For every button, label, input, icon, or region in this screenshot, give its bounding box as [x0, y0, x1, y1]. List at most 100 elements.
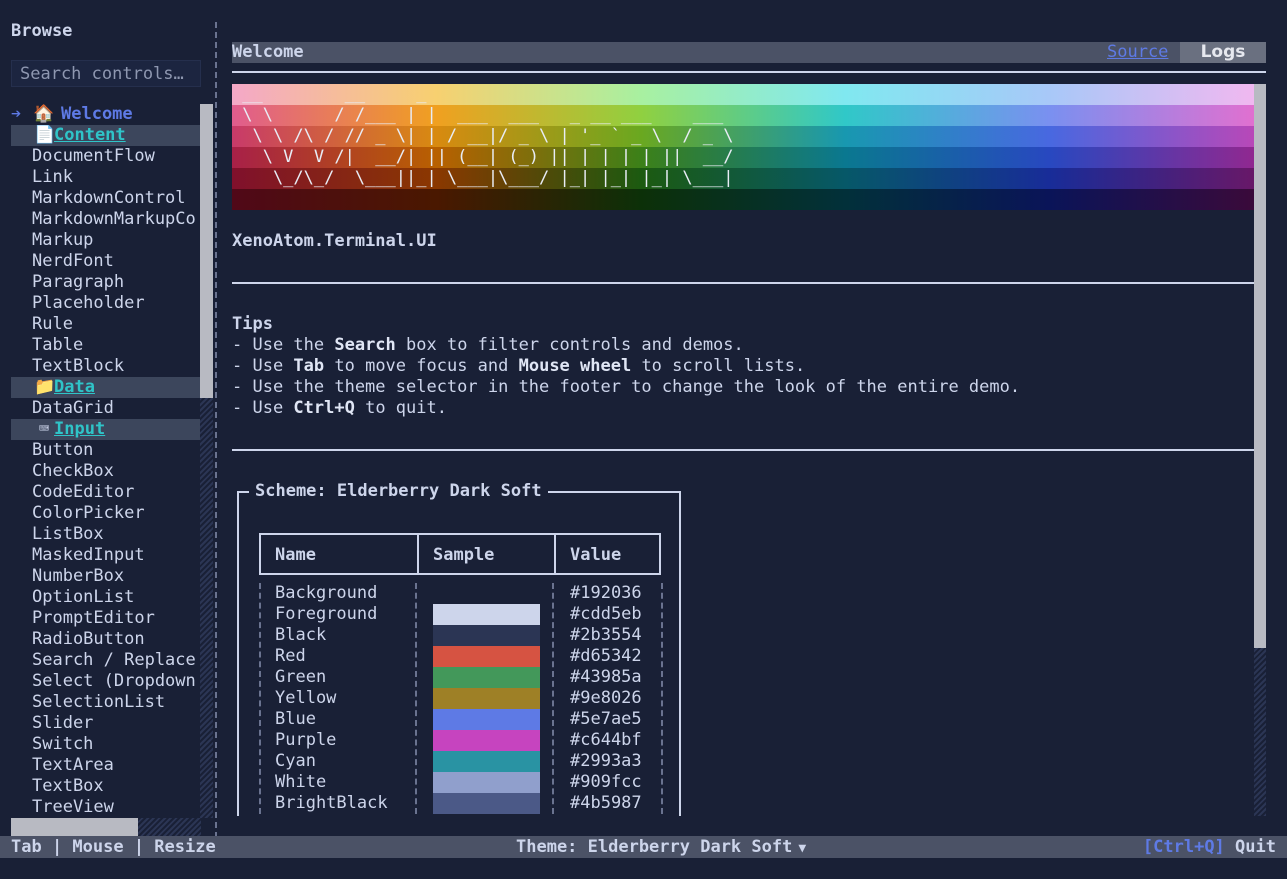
tree-group[interactable]: ⌨ Input [11, 419, 200, 440]
tree-item-selected[interactable]: ➔ 🏠 Welcome [0, 104, 200, 125]
tab-source[interactable]: Source [1107, 42, 1168, 63]
tree-item-label: DocumentFlow [32, 146, 155, 166]
tree-item[interactable]: Button [0, 440, 200, 461]
tree-item[interactable]: Paragraph [0, 272, 200, 293]
tree-item[interactable]: ListBox [0, 524, 200, 545]
tree-item[interactable]: MarkdownMarkupCo [0, 209, 200, 230]
tree-item[interactable]: CodeEditor [0, 482, 200, 503]
tree-item-label: NumberBox [32, 566, 125, 586]
tree-item-label: Rule [32, 314, 73, 334]
column-separator [417, 535, 419, 575]
search-input[interactable] [12, 61, 200, 86]
color-swatch [433, 583, 540, 604]
color-value: #5e7ae5 [570, 709, 642, 729]
tip-text: to scroll lists. [631, 356, 806, 376]
sidebar-title: Browse [11, 21, 73, 41]
tree-item[interactable]: Markup [0, 230, 200, 251]
table-row: Black #2b3554 [259, 625, 661, 646]
data-icon: 📁 [34, 377, 56, 397]
tree-item[interactable]: NerdFont [0, 251, 200, 272]
scheme-panel: Scheme: Elderberry Dark Soft Name Sample… [237, 481, 681, 816]
content-scrollbar-thumb[interactable] [1254, 84, 1266, 648]
tree-group[interactable]: 📄Content [11, 125, 200, 146]
tip-line: - Use Tab to move focus and Mouse wheel … [232, 356, 805, 377]
color-swatch [433, 730, 540, 751]
table-border [661, 583, 663, 814]
search-box[interactable] [11, 60, 201, 87]
color-value: #9e8026 [570, 688, 642, 708]
tree-item[interactable]: Slider [0, 713, 200, 734]
table-row: BrightBlack #4b5987 [259, 793, 661, 814]
control-tree[interactable]: ➔ 🏠 Welcome 📄Content DocumentFlow Link Markdow… [0, 104, 200, 818]
footer-hints: Tab | Mouse | Resize [11, 837, 216, 857]
tree-item[interactable]: DocumentFlow [0, 146, 200, 167]
color-value: #d65342 [570, 646, 642, 666]
tree-item[interactable]: Select (Dropdown [0, 671, 200, 692]
table-row: Red #d65342 [259, 646, 661, 667]
color-name: Yellow [275, 688, 337, 708]
table-row: Green #43985a [259, 667, 661, 688]
tree-item[interactable]: NumberBox [0, 566, 200, 587]
tree-item[interactable]: Placeholder [0, 293, 200, 314]
color-name: Black [275, 625, 327, 645]
tree-item[interactable]: Switch [0, 734, 200, 755]
color-value: #cdd5eb [570, 604, 642, 624]
tip-keyword: Search [334, 335, 396, 355]
tip-text: - Use [232, 398, 294, 418]
tree-item[interactable]: PromptEditor [0, 608, 200, 629]
footer: Tab | Mouse | Resize Theme: Elderberry D… [0, 836, 1287, 858]
color-swatch [433, 646, 540, 667]
color-swatch [433, 772, 540, 793]
tree-group-label: Input [54, 419, 106, 439]
sidebar: Browse ➔ 🏠 Welcome📄ContentDocumentFlowLink… [0, 0, 216, 838]
tip-text: - Use the [232, 335, 335, 355]
tree-item-label: Slider [32, 713, 94, 733]
tree-item[interactable]: MarkdownControl [0, 188, 200, 209]
tip-text: - Use [232, 356, 294, 376]
tree-item[interactable]: TextArea [0, 755, 200, 776]
tree-item[interactable]: CheckBox [0, 461, 200, 482]
theme-selector-label: Theme: Elderberry Dark Soft [516, 837, 793, 857]
pane-divider[interactable] [215, 22, 217, 838]
tip-keyword: Ctrl+Q [293, 398, 355, 418]
tree-item[interactable]: DataGrid [0, 398, 200, 419]
tree-item-label: ColorPicker [32, 503, 145, 523]
header-value: Value [570, 545, 622, 565]
quit-command[interactable]: [Ctrl+Q] Quit [1143, 836, 1276, 858]
tree-item[interactable]: Search / Replace [0, 650, 200, 671]
color-swatch [433, 709, 540, 730]
scheme-title: Scheme: Elderberry Dark Soft [249, 481, 548, 502]
tree-item[interactable]: TextBlock [0, 356, 200, 377]
tree-item-label: ListBox [32, 524, 104, 544]
divider-rule [232, 282, 1254, 284]
table-row: Purple #c644bf [259, 730, 661, 751]
tree-item[interactable]: Rule [0, 314, 200, 335]
tree-item[interactable]: MaskedInput [0, 545, 200, 566]
tree-item[interactable]: Link [0, 167, 200, 188]
tree-item-label: Switch [32, 734, 94, 754]
tree-item[interactable]: TextBox [0, 776, 200, 797]
tree-hscrollbar-thumb[interactable] [11, 818, 138, 837]
tips-heading: Tips [232, 314, 273, 334]
tree-item[interactable]: Table [0, 335, 200, 356]
color-value: #909fcc [570, 772, 642, 792]
tree-item-label: Paragraph [32, 272, 125, 292]
tree-item[interactable]: ColorPicker [0, 503, 200, 524]
tree-item-label: TextArea [32, 755, 114, 775]
input-icon: ⌨ [38, 419, 50, 439]
tree-item-label: TextBlock [32, 356, 125, 376]
tree-item[interactable]: SelectionList [0, 692, 200, 713]
tab-bar: Welcome Source Logs [232, 42, 1266, 63]
tree-group[interactable]: 📁Data [11, 377, 200, 398]
table-row: Yellow #9e8026 [259, 688, 661, 709]
tree-item[interactable]: RadioButton [0, 629, 200, 650]
tab-logs[interactable]: Logs [1180, 42, 1266, 63]
tree-scrollbar-thumb[interactable] [200, 104, 213, 398]
color-name: Foreground [275, 604, 378, 624]
tree-item[interactable]: OptionList [0, 587, 200, 608]
color-value: #2b3554 [570, 625, 642, 645]
tab-welcome[interactable]: Welcome [232, 42, 304, 63]
theme-selector[interactable]: Theme: Elderberry Dark Soft ▼ [516, 836, 806, 860]
table-row: Foreground #cdd5eb [259, 604, 661, 625]
tree-item[interactable]: TreeView [0, 797, 200, 818]
